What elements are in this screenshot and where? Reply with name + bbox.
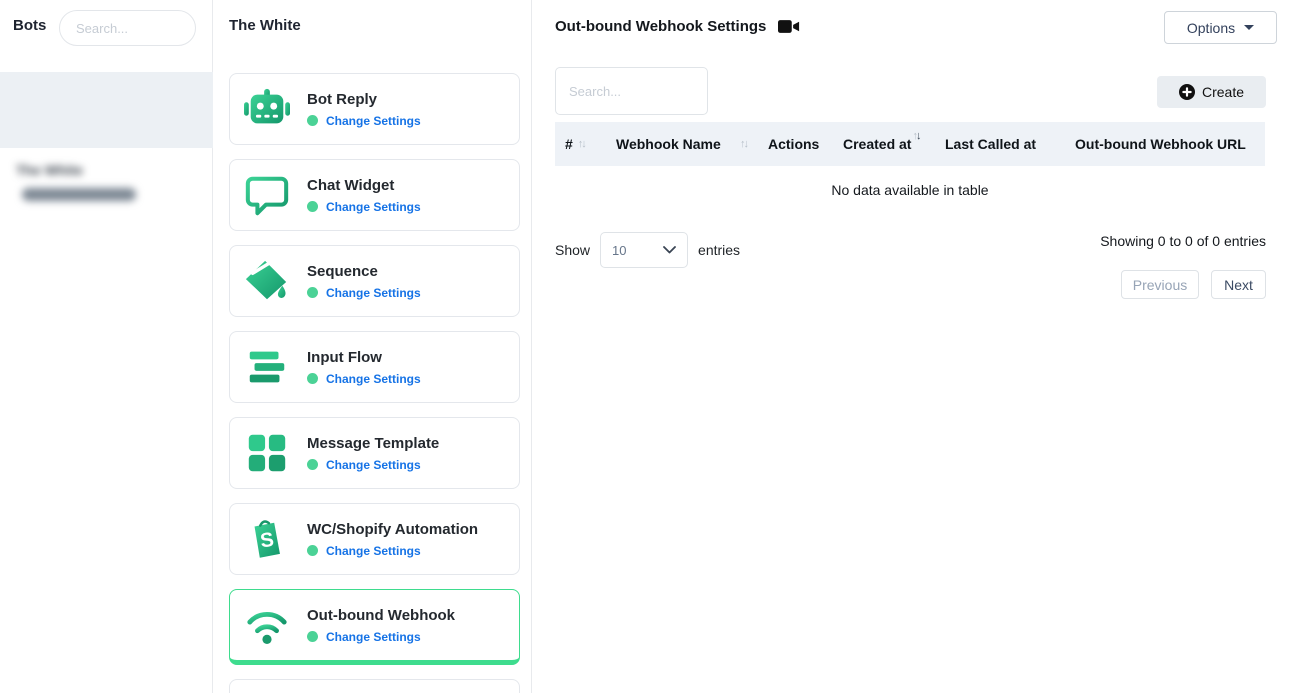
webhook-search-input[interactable] [555, 67, 708, 115]
table-header-row: # ↑↓ Webhook Name ↑↓ Actions Created at … [555, 122, 1265, 166]
status-dot [307, 545, 318, 556]
change-settings-link[interactable]: Change Settings [326, 458, 421, 472]
status-dot [307, 287, 318, 298]
chat-bubble-icon [244, 172, 290, 218]
chevron-down-icon [663, 246, 676, 254]
outbound-webhook-settings-pane: Out-bound Webhook Settings Options Creat… [532, 0, 1293, 693]
card-title: Chat Widget [307, 177, 421, 194]
chevron-down-icon [1244, 25, 1254, 30]
change-settings-link[interactable]: Change Settings [326, 114, 421, 128]
status-dot [307, 115, 318, 126]
card-wc-shopify-automation[interactable]: S WC/Shopify Automation Change Settings [229, 503, 520, 575]
column-header-actions: Actions [765, 122, 840, 166]
bot-name-redacted: The White [16, 162, 83, 178]
show-label: Show [555, 242, 590, 258]
plus-circle-icon [1179, 84, 1195, 100]
video-camera-icon [778, 19, 800, 34]
column-header-webhook-url: Out-bound Webhook URL [1075, 122, 1265, 166]
bot-panel-title: The White [229, 17, 301, 34]
card-title: WC/Shopify Automation [307, 521, 478, 538]
change-settings-link[interactable]: Change Settings [326, 544, 421, 558]
grid-icon [244, 430, 290, 476]
page-size-value: 10 [612, 243, 626, 258]
create-button[interactable]: Create [1157, 76, 1266, 108]
empty-table-message: No data available in table [555, 166, 1265, 214]
bots-search-input[interactable] [59, 10, 196, 46]
sort-icon-active[interactable]: ↑↓ [912, 130, 919, 142]
card-title: Input Flow [307, 349, 421, 366]
card-sequence[interactable]: Sequence Change Settings [229, 245, 520, 317]
card-partially-visible[interactable] [229, 679, 520, 693]
status-dot [307, 631, 318, 642]
card-title: Message Template [307, 435, 439, 452]
bot-list-item-selected[interactable]: The White [0, 72, 213, 148]
card-message-template[interactable]: Message Template Change Settings [229, 417, 520, 489]
webhooks-table: # ↑↓ Webhook Name ↑↓ Actions Created at … [555, 122, 1265, 214]
change-settings-link[interactable]: Change Settings [326, 286, 421, 300]
status-dot [307, 373, 318, 384]
page-title: Out-bound Webhook Settings [555, 18, 800, 35]
previous-button[interactable]: Previous [1121, 270, 1199, 299]
sort-icon[interactable]: ↑↓ [578, 138, 585, 150]
settings-card-list: Bot Reply Change Settings Chat Widget Ch… [229, 73, 520, 693]
entries-summary: Showing 0 to 0 of 0 entries [1100, 233, 1266, 249]
card-bot-reply[interactable]: Bot Reply Change Settings [229, 73, 520, 145]
card-input-flow[interactable]: Input Flow Change Settings [229, 331, 520, 403]
change-settings-link[interactable]: Change Settings [326, 200, 421, 214]
change-settings-link[interactable]: Change Settings [326, 630, 421, 644]
bots-sidebar: Bots The White [0, 0, 213, 693]
wifi-icon [244, 602, 290, 648]
shopify-bag-icon: S [244, 516, 290, 562]
column-header-created-at[interactable]: Created at ↑↓ [840, 122, 945, 166]
column-header-last-called-at: Last Called at [945, 122, 1075, 166]
bot-settings-panel: The White Bot Reply Change Settings [213, 0, 532, 693]
entries-label: entries [698, 242, 740, 258]
options-button[interactable]: Options [1164, 11, 1277, 44]
bars-icon [244, 344, 290, 390]
card-out-bound-webhook[interactable]: Out-bound Webhook Change Settings [229, 589, 520, 665]
card-title: Sequence [307, 263, 421, 280]
page-size-control: Show 10 entries [555, 232, 740, 268]
card-title: Bot Reply [307, 91, 421, 108]
paint-bucket-icon [244, 258, 290, 304]
card-chat-widget[interactable]: Chat Widget Change Settings [229, 159, 520, 231]
sidebar-title: Bots [13, 17, 46, 34]
status-dot [307, 201, 318, 212]
change-settings-link[interactable]: Change Settings [326, 372, 421, 386]
pagination: Previous Next [1121, 270, 1266, 299]
next-button[interactable]: Next [1211, 270, 1266, 299]
status-dot [307, 459, 318, 470]
column-header-webhook-name[interactable]: Webhook Name ↑↓ [605, 122, 765, 166]
card-title: Out-bound Webhook [307, 607, 455, 624]
robot-icon [244, 86, 290, 132]
sort-icon[interactable]: ↑↓ [740, 138, 747, 150]
bot-phone-redacted [22, 188, 136, 201]
page-size-select[interactable]: 10 [600, 232, 688, 268]
column-header-index[interactable]: # ↑↓ [555, 122, 605, 166]
